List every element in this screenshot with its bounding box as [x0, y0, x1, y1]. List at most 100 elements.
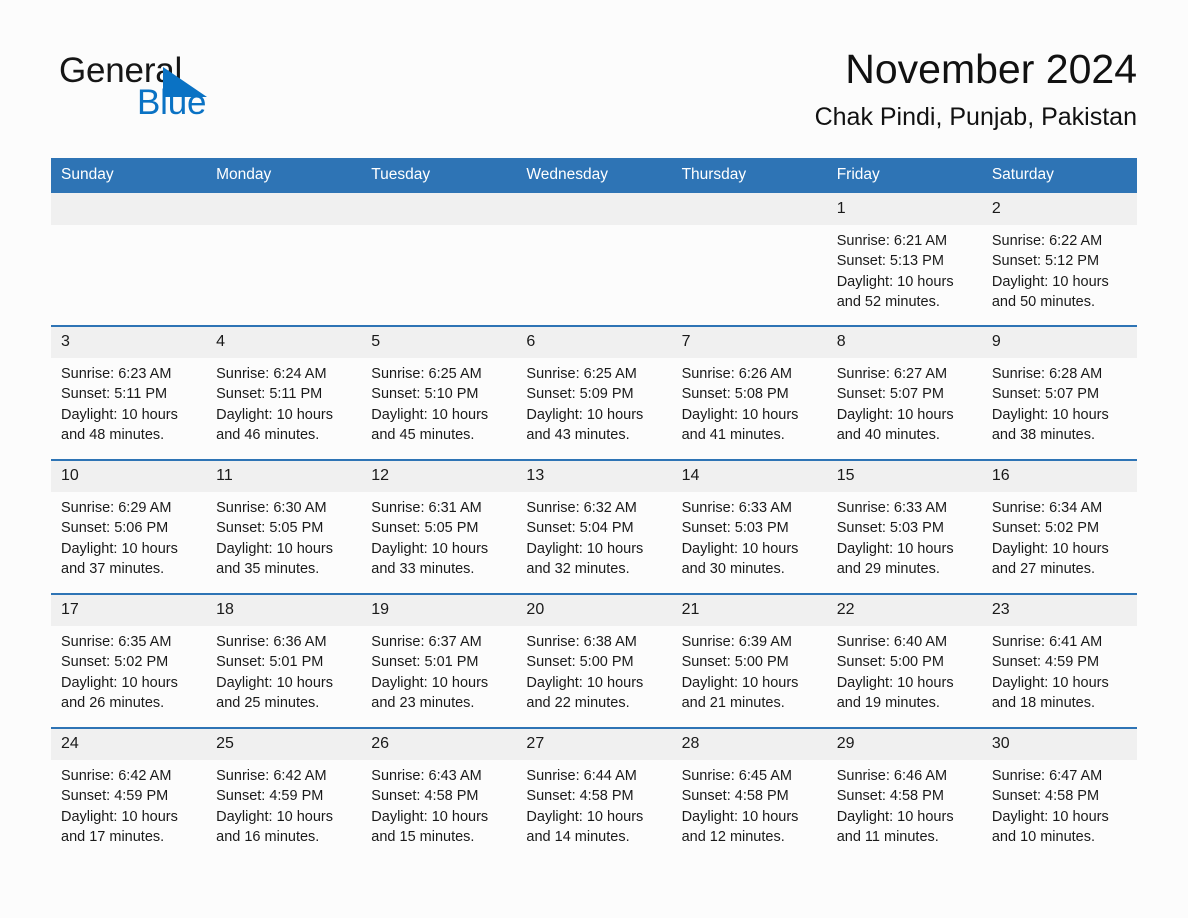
sunset-time: Sunset: 4:58 PM	[371, 788, 479, 805]
daylight-duration-line2: and 41 minutes.	[681, 426, 785, 443]
calendar-day-cell[interactable]: 20 Sunrise: 6:38 AM Sunset: 5:00 PM Dayligh…	[516, 593, 672, 728]
day-number: 22	[826, 595, 982, 626]
sunset-time: Sunset: 5:07 PM	[836, 386, 944, 403]
calendar-day-cell[interactable]: 16 Sunrise: 6:34 AM Sunset: 5:02 PM Dayligh…	[981, 459, 1137, 594]
daylight-duration-line1: Daylight: 10 hours	[216, 674, 334, 691]
day-details: Sunrise: 6:23 AM Sunset: 5:11 PM Daylight:…	[51, 358, 206, 445]
daylight-duration-line2: and 37 minutes.	[61, 560, 165, 577]
daylight-duration-line1: Daylight: 10 hours	[61, 674, 178, 691]
sunset-time: Sunset: 5:05 PM	[216, 520, 324, 537]
calendar-day-cell[interactable]: 23 Sunrise: 6:41 AM Sunset: 4:59 PM Dayligh…	[981, 593, 1137, 728]
day-number: 24	[51, 729, 207, 760]
calendar-day-cell[interactable]: 6 Sunrise: 6:25 AM Sunset: 5:09 PM Daylight…	[516, 325, 672, 460]
calendar-day-cell[interactable]: 24 Sunrise: 6:42 AM Sunset: 4:59 PM Dayligh…	[51, 727, 207, 861]
sunrise-time: Sunrise: 6:31 AM	[371, 500, 482, 516]
sunrise-time: Sunrise: 6:45 AM	[681, 768, 792, 784]
day-number: 3	[51, 327, 207, 358]
calendar-day-cell[interactable]: 7 Sunrise: 6:26 AM Sunset: 5:08 PM Daylight…	[671, 325, 827, 460]
calendar-header-row: Sunday Monday Tuesday Wednesday Thursday…	[51, 158, 1137, 193]
sunrise-time: Sunrise: 6:21 AM	[836, 233, 948, 249]
daylight-duration-line2: and 48 minutes.	[61, 426, 165, 443]
sunset-time: Sunset: 5:00 PM	[836, 654, 944, 671]
calendar-day-cell[interactable]: 2 Sunrise: 6:22 AM Sunset: 5:12 PM Daylight…	[981, 193, 1137, 326]
daylight-duration-line1: Daylight: 10 hours	[836, 406, 954, 423]
day-details: Sunrise: 6:35 AM Sunset: 5:02 PM Daylight:…	[51, 626, 206, 713]
daylight-duration-line1: Daylight: 10 hours	[371, 808, 489, 825]
sunset-time: Sunset: 5:02 PM	[991, 520, 1100, 537]
calendar-day-cell[interactable]: 9 Sunrise: 6:28 AM Sunset: 5:07 PM Daylight…	[981, 325, 1137, 460]
calendar-day-cell[interactable]: 12 Sunrise: 6:31 AM Sunset: 5:05 PM Dayligh…	[361, 459, 517, 594]
daylight-duration-line2: and 25 minutes.	[216, 694, 320, 711]
calendar-day-cell[interactable]: 17 Sunrise: 6:35 AM Sunset: 5:02 PM Dayligh…	[51, 593, 207, 728]
day-number: 17	[51, 595, 207, 626]
sunset-time: Sunset: 4:59 PM	[991, 654, 1100, 671]
day-number: 23	[981, 595, 1137, 626]
calendar-day-cell-empty	[516, 193, 672, 326]
calendar-day-cell[interactable]: 8 Sunrise: 6:27 AM Sunset: 5:07 PM Daylight…	[826, 325, 982, 460]
calendar-day-cell[interactable]: 11 Sunrise: 6:30 AM Sunset: 5:05 PM Dayligh…	[206, 459, 362, 594]
daylight-duration-line1: Daylight: 10 hours	[836, 540, 954, 557]
day-number: 29	[826, 729, 982, 760]
sunset-time: Sunset: 5:03 PM	[681, 520, 789, 537]
calendar-day-cell[interactable]: 5 Sunrise: 6:25 AM Sunset: 5:10 PM Daylight…	[361, 325, 517, 460]
calendar-day-cell[interactable]: 25 Sunrise: 6:42 AM Sunset: 4:59 PM Dayligh…	[206, 727, 362, 861]
day-details: Sunrise: 6:43 AM Sunset: 4:58 PM Daylight:…	[361, 760, 516, 847]
calendar-day-cell[interactable]: 10 Sunrise: 6:29 AM Sunset: 5:06 PM Dayligh…	[51, 459, 207, 594]
daylight-duration-line2: and 32 minutes.	[526, 560, 630, 577]
sunset-time: Sunset: 5:10 PM	[371, 386, 479, 403]
daylight-duration-line2: and 12 minutes.	[681, 828, 785, 845]
sunset-time: Sunset: 5:07 PM	[991, 386, 1100, 403]
day-details: Sunrise: 6:37 AM Sunset: 5:01 PM Daylight:…	[361, 626, 516, 713]
calendar-day-cell[interactable]: 4 Sunrise: 6:24 AM Sunset: 5:11 PM Daylight…	[206, 325, 362, 460]
daylight-duration-line1: Daylight: 10 hours	[371, 674, 489, 691]
calendar-day-cell[interactable]: 18 Sunrise: 6:36 AM Sunset: 5:01 PM Dayligh…	[206, 593, 362, 728]
calendar-week-row: 24 Sunrise: 6:42 AM Sunset: 4:59 PM Dayligh…	[51, 727, 1137, 861]
calendar-day-cell[interactable]: 28 Sunrise: 6:45 AM Sunset: 4:58 PM Dayligh…	[671, 727, 827, 861]
calendar-day-cell[interactable]: 29 Sunrise: 6:46 AM Sunset: 4:58 PM Dayligh…	[826, 727, 982, 861]
sunset-time: Sunset: 5:12 PM	[991, 253, 1100, 270]
day-number	[206, 193, 362, 225]
day-details: Sunrise: 6:29 AM Sunset: 5:06 PM Daylight:…	[51, 492, 206, 579]
sunrise-time: Sunrise: 6:33 AM	[836, 500, 948, 516]
calendar-page: General Blue November 2024 Chak Pindi, P…	[0, 0, 1188, 918]
calendar-day-cell-empty	[51, 193, 207, 326]
daylight-duration-line2: and 14 minutes.	[526, 828, 630, 845]
sunset-time: Sunset: 5:00 PM	[681, 654, 789, 671]
sunset-time: Sunset: 5:01 PM	[216, 654, 324, 671]
sunrise-time: Sunrise: 6:44 AM	[526, 768, 637, 784]
day-number: 9	[981, 327, 1137, 358]
day-details: Sunrise: 6:25 AM Sunset: 5:09 PM Daylight:…	[516, 358, 671, 445]
calendar-day-cell[interactable]: 13 Sunrise: 6:32 AM Sunset: 5:04 PM Dayligh…	[516, 459, 672, 594]
daylight-duration-line1: Daylight: 10 hours	[836, 273, 954, 290]
weekday-header-saturday: Saturday	[981, 158, 1137, 193]
sunset-time: Sunset: 5:13 PM	[836, 253, 944, 270]
calendar-day-cell[interactable]: 19 Sunrise: 6:37 AM Sunset: 5:01 PM Dayligh…	[361, 593, 517, 728]
calendar-day-cell[interactable]: 30 Sunrise: 6:47 AM Sunset: 4:58 PM Dayligh…	[981, 727, 1137, 861]
calendar-day-cell[interactable]: 26 Sunrise: 6:43 AM Sunset: 4:58 PM Dayligh…	[361, 727, 517, 861]
daylight-duration-line2: and 40 minutes.	[836, 426, 940, 443]
calendar-day-cell[interactable]: 21 Sunrise: 6:39 AM Sunset: 5:00 PM Dayligh…	[671, 593, 827, 728]
sunset-time: Sunset: 5:06 PM	[61, 520, 169, 537]
calendar-day-cell[interactable]: 1 Sunrise: 6:21 AM Sunset: 5:13 PM Daylight…	[826, 193, 982, 326]
day-number: 4	[206, 327, 362, 358]
calendar-day-cell[interactable]: 27 Sunrise: 6:44 AM Sunset: 4:58 PM Dayligh…	[516, 727, 672, 861]
calendar-week-row: 1 Sunrise: 6:21 AM Sunset: 5:13 PM Daylight…	[51, 193, 1137, 326]
day-number	[361, 193, 517, 225]
sunrise-time: Sunrise: 6:32 AM	[526, 500, 637, 516]
day-number: 13	[516, 461, 672, 492]
calendar-day-cell[interactable]: 15 Sunrise: 6:33 AM Sunset: 5:03 PM Dayligh…	[826, 459, 982, 594]
sunrise-time: Sunrise: 6:41 AM	[991, 634, 1103, 650]
calendar-day-cell[interactable]: 22 Sunrise: 6:40 AM Sunset: 5:00 PM Dayligh…	[826, 593, 982, 728]
sunrise-time: Sunrise: 6:24 AM	[216, 366, 327, 382]
generalblue-logo[interactable]: General Blue	[59, 52, 359, 132]
daylight-duration-line1: Daylight: 10 hours	[61, 808, 178, 825]
calendar-body: 1 Sunrise: 6:21 AM Sunset: 5:13 PM Daylight…	[51, 193, 1137, 861]
daylight-duration-line1: Daylight: 10 hours	[991, 808, 1109, 825]
day-number: 10	[51, 461, 207, 492]
sunrise-time: Sunrise: 6:43 AM	[371, 768, 482, 784]
calendar-day-cell[interactable]: 3 Sunrise: 6:23 AM Sunset: 5:11 PM Daylight…	[51, 325, 207, 460]
daylight-duration-line2: and 52 minutes.	[836, 293, 940, 310]
calendar-day-cell[interactable]: 14 Sunrise: 6:33 AM Sunset: 5:03 PM Dayligh…	[671, 459, 827, 594]
weekday-header-friday: Friday	[826, 158, 982, 193]
day-details: Sunrise: 6:26 AM Sunset: 5:08 PM Daylight:…	[672, 358, 827, 445]
